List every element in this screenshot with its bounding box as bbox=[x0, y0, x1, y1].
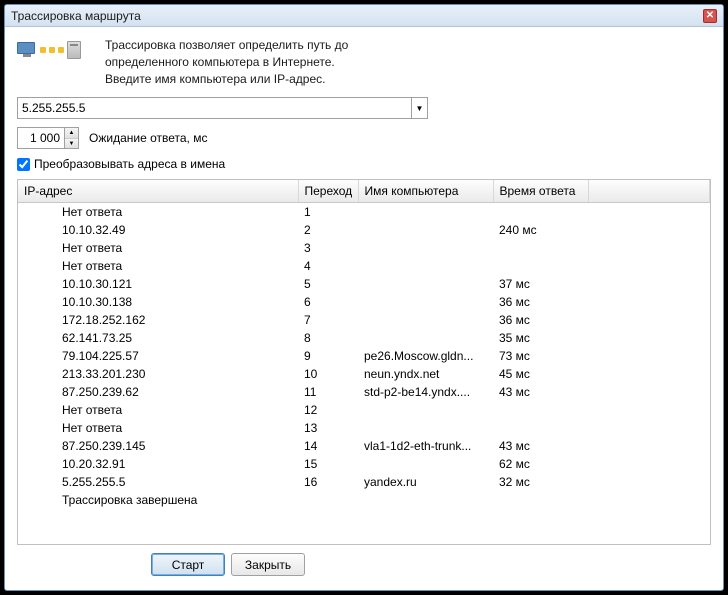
table-row[interactable]: Нет ответа12 bbox=[18, 401, 710, 419]
monitor-icon bbox=[17, 42, 37, 58]
traceroute-window: Трассировка маршрута ✕ Трассировка позво… bbox=[4, 4, 724, 591]
table-row[interactable]: 10.10.32.492240 мс bbox=[18, 221, 710, 239]
description-text: Трассировка позволяет определить путь до… bbox=[105, 37, 348, 87]
spinner-down-icon[interactable]: ▼ bbox=[65, 139, 78, 149]
table-row[interactable]: 10.10.30.121537 мс bbox=[18, 275, 710, 293]
table-row[interactable]: 79.104.225.579pe26.Moscow.gldn...73 мс bbox=[18, 347, 710, 365]
col-spare bbox=[588, 180, 710, 203]
table-row[interactable]: 87.250.239.14514vla1-1d2-eth-trunk...43 … bbox=[18, 437, 710, 455]
dot-icon bbox=[58, 47, 64, 53]
ip-dropdown-icon[interactable]: ▼ bbox=[412, 97, 428, 119]
server-icon bbox=[67, 41, 81, 59]
spinner-up-icon[interactable]: ▲ bbox=[65, 128, 78, 139]
results-table[interactable]: IP-адрес Переход Имя компьютера Время от… bbox=[17, 179, 711, 545]
table-row[interactable]: 10.20.32.911562 мс bbox=[18, 455, 710, 473]
timeout-input[interactable] bbox=[17, 127, 65, 149]
table-row[interactable]: 10.10.30.138636 мс bbox=[18, 293, 710, 311]
col-ip[interactable]: IP-адрес bbox=[18, 180, 298, 203]
table-row[interactable]: Нет ответа3 bbox=[18, 239, 710, 257]
ip-input[interactable] bbox=[17, 97, 412, 119]
table-row[interactable]: Нет ответа13 bbox=[18, 419, 710, 437]
table-row[interactable]: 5.255.255.516yandex.ru32 мс bbox=[18, 473, 710, 491]
table-row[interactable]: Нет ответа1 bbox=[18, 203, 710, 221]
col-rtt[interactable]: Время ответа bbox=[493, 180, 588, 203]
close-button[interactable]: Закрыть bbox=[231, 553, 305, 576]
table-row[interactable]: 62.141.73.25835 мс bbox=[18, 329, 710, 347]
table-row[interactable]: 87.250.239.6211std-p2-be14.yndx....43 мс bbox=[18, 383, 710, 401]
header-icons bbox=[17, 41, 81, 59]
col-host[interactable]: Имя компьютера bbox=[358, 180, 493, 203]
dot-icon bbox=[49, 47, 55, 53]
titlebar[interactable]: Трассировка маршрута ✕ bbox=[5, 5, 723, 27]
resolve-checkbox[interactable] bbox=[17, 158, 30, 171]
start-button[interactable]: Старт bbox=[151, 553, 225, 576]
dot-icon bbox=[40, 47, 46, 53]
timeout-label: Ожидание ответа, мс bbox=[89, 131, 207, 145]
col-hop[interactable]: Переход bbox=[298, 180, 358, 203]
table-row[interactable]: Нет ответа4 bbox=[18, 257, 710, 275]
table-row[interactable]: Трассировка завершена bbox=[18, 491, 710, 509]
table-row[interactable]: 213.33.201.23010neun.yndx.net45 мс bbox=[18, 365, 710, 383]
close-icon[interactable]: ✕ bbox=[703, 9, 717, 23]
resolve-label: Преобразовывать адреса в имена bbox=[34, 157, 225, 171]
table-row[interactable]: 172.18.252.162736 мс bbox=[18, 311, 710, 329]
window-title: Трассировка маршрута bbox=[11, 9, 703, 23]
